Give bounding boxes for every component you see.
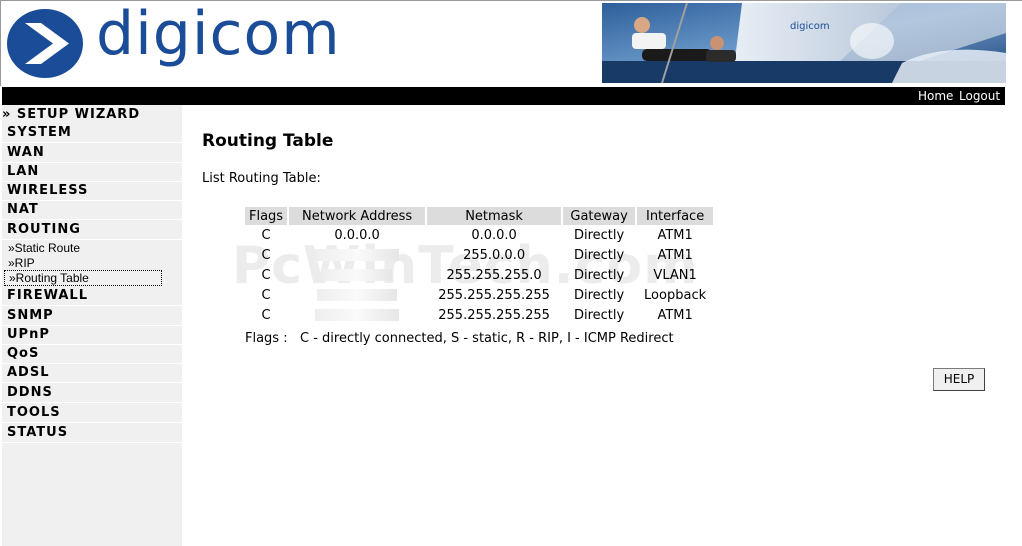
sidebar-item-wireless[interactable]: WIRELESS bbox=[2, 182, 182, 201]
sidebar-subitem-static-route[interactable]: »Static Route bbox=[4, 241, 80, 255]
column-header-flags: Flags bbox=[245, 207, 288, 225]
help-button[interactable]: HELP bbox=[933, 368, 985, 391]
sidebar-item-firewall[interactable]: FIREWALL bbox=[2, 287, 182, 306]
flags-legend: Flags : C - directly connected, S - stat… bbox=[245, 331, 674, 346]
digicom-logo-icon bbox=[7, 9, 83, 78]
cell-gateway: Directly bbox=[573, 307, 625, 323]
cell-interface: Loopback bbox=[644, 287, 707, 303]
cell-network-address-redacted bbox=[289, 265, 425, 285]
table-row: C 255.255.255.255 Directly ATM1 bbox=[245, 305, 713, 325]
table-row: C 255.255.255.0 Directly VLAN1 bbox=[245, 265, 713, 285]
sidebar-item-upnp[interactable]: UPnP bbox=[2, 326, 182, 345]
sidebar-subitem-routing-table[interactable]: »Routing Table bbox=[4, 270, 162, 286]
sidebar-item-tools[interactable]: TOOLS bbox=[2, 404, 182, 423]
header: digicom digicom bbox=[0, 0, 1022, 86]
page-subtitle: List Routing Table: bbox=[202, 171, 321, 186]
cell-network-address: 0.0.0.0 bbox=[334, 227, 380, 243]
cell-netmask: 255.255.255.0 bbox=[446, 267, 542, 283]
cell-gateway: Directly bbox=[573, 227, 625, 243]
cell-interface: VLAN1 bbox=[653, 267, 697, 283]
column-header-netmask: Netmask bbox=[427, 207, 562, 225]
sidebar-item-ddns[interactable]: DDNS bbox=[2, 384, 182, 403]
cell-interface: ATM1 bbox=[657, 227, 693, 243]
cell-netmask: 255.0.0.0 bbox=[463, 247, 526, 263]
table-row: C 255.0.0.0 Directly ATM1 bbox=[245, 245, 713, 265]
routing-table: Flags Network Address Netmask Gateway In… bbox=[243, 207, 715, 325]
sidebar-item-system[interactable]: SYSTEM bbox=[2, 124, 182, 143]
cell-interface: ATM1 bbox=[657, 307, 693, 323]
cell-gateway: Directly bbox=[573, 247, 625, 263]
home-link[interactable]: Home bbox=[918, 89, 953, 103]
table-row: C 0.0.0.0 0.0.0.0 Directly ATM1 bbox=[245, 225, 713, 245]
sidebar-item-snmp[interactable]: SNMP bbox=[2, 307, 182, 326]
brand-name: digicom bbox=[96, 0, 341, 69]
cell-interface: ATM1 bbox=[657, 247, 693, 263]
cell-flags: C bbox=[261, 287, 271, 303]
column-header-gateway: Gateway bbox=[563, 207, 636, 225]
column-header-interface: Interface bbox=[637, 207, 714, 225]
sidebar-item-setup-wizard[interactable]: » SETUP WIZARD bbox=[2, 107, 182, 123]
sidebar-item-lan[interactable]: LAN bbox=[2, 163, 182, 182]
sidebar-item-status[interactable]: STATUS bbox=[2, 424, 182, 443]
logout-link[interactable]: Logout bbox=[959, 89, 1000, 103]
cell-network-address-redacted bbox=[289, 305, 425, 325]
cell-gateway: Directly bbox=[573, 287, 625, 303]
cell-netmask: 255.255.255.255 bbox=[438, 307, 550, 323]
sidebar-item-nat[interactable]: NAT bbox=[2, 201, 182, 220]
sidebar-item-adsl[interactable]: ADSL bbox=[2, 364, 182, 383]
top-nav-bar: Home Logout bbox=[2, 87, 1005, 105]
svg-text:digicom: digicom bbox=[790, 21, 830, 32]
cell-network-address-redacted bbox=[289, 285, 425, 305]
banner-image: digicom bbox=[602, 3, 1006, 83]
cell-flags: C bbox=[261, 307, 271, 323]
sidebar-item-wan[interactable]: WAN bbox=[2, 144, 182, 163]
table-row: C 255.255.255.255 Directly Loopback bbox=[245, 285, 713, 305]
column-header-network-address: Network Address bbox=[289, 207, 426, 225]
cell-network-address-redacted bbox=[289, 245, 425, 265]
cell-gateway: Directly bbox=[573, 267, 625, 283]
cell-flags: C bbox=[261, 247, 271, 263]
cell-netmask: 0.0.0.0 bbox=[471, 227, 517, 243]
page-title: Routing Table bbox=[202, 131, 334, 151]
cell-netmask: 255.255.255.255 bbox=[438, 287, 550, 303]
sidebar-item-qos[interactable]: QoS bbox=[2, 345, 182, 364]
sidebar: » SETUP WIZARD SYSTEM WAN LAN WIRELESS N… bbox=[2, 105, 182, 546]
cell-flags: C bbox=[261, 227, 271, 243]
table-header-row: Flags Network Address Netmask Gateway In… bbox=[245, 207, 714, 225]
sidebar-item-routing[interactable]: ROUTING bbox=[2, 221, 182, 240]
sidebar-subitem-rip[interactable]: »RIP bbox=[4, 256, 35, 270]
cell-flags: C bbox=[261, 267, 271, 283]
